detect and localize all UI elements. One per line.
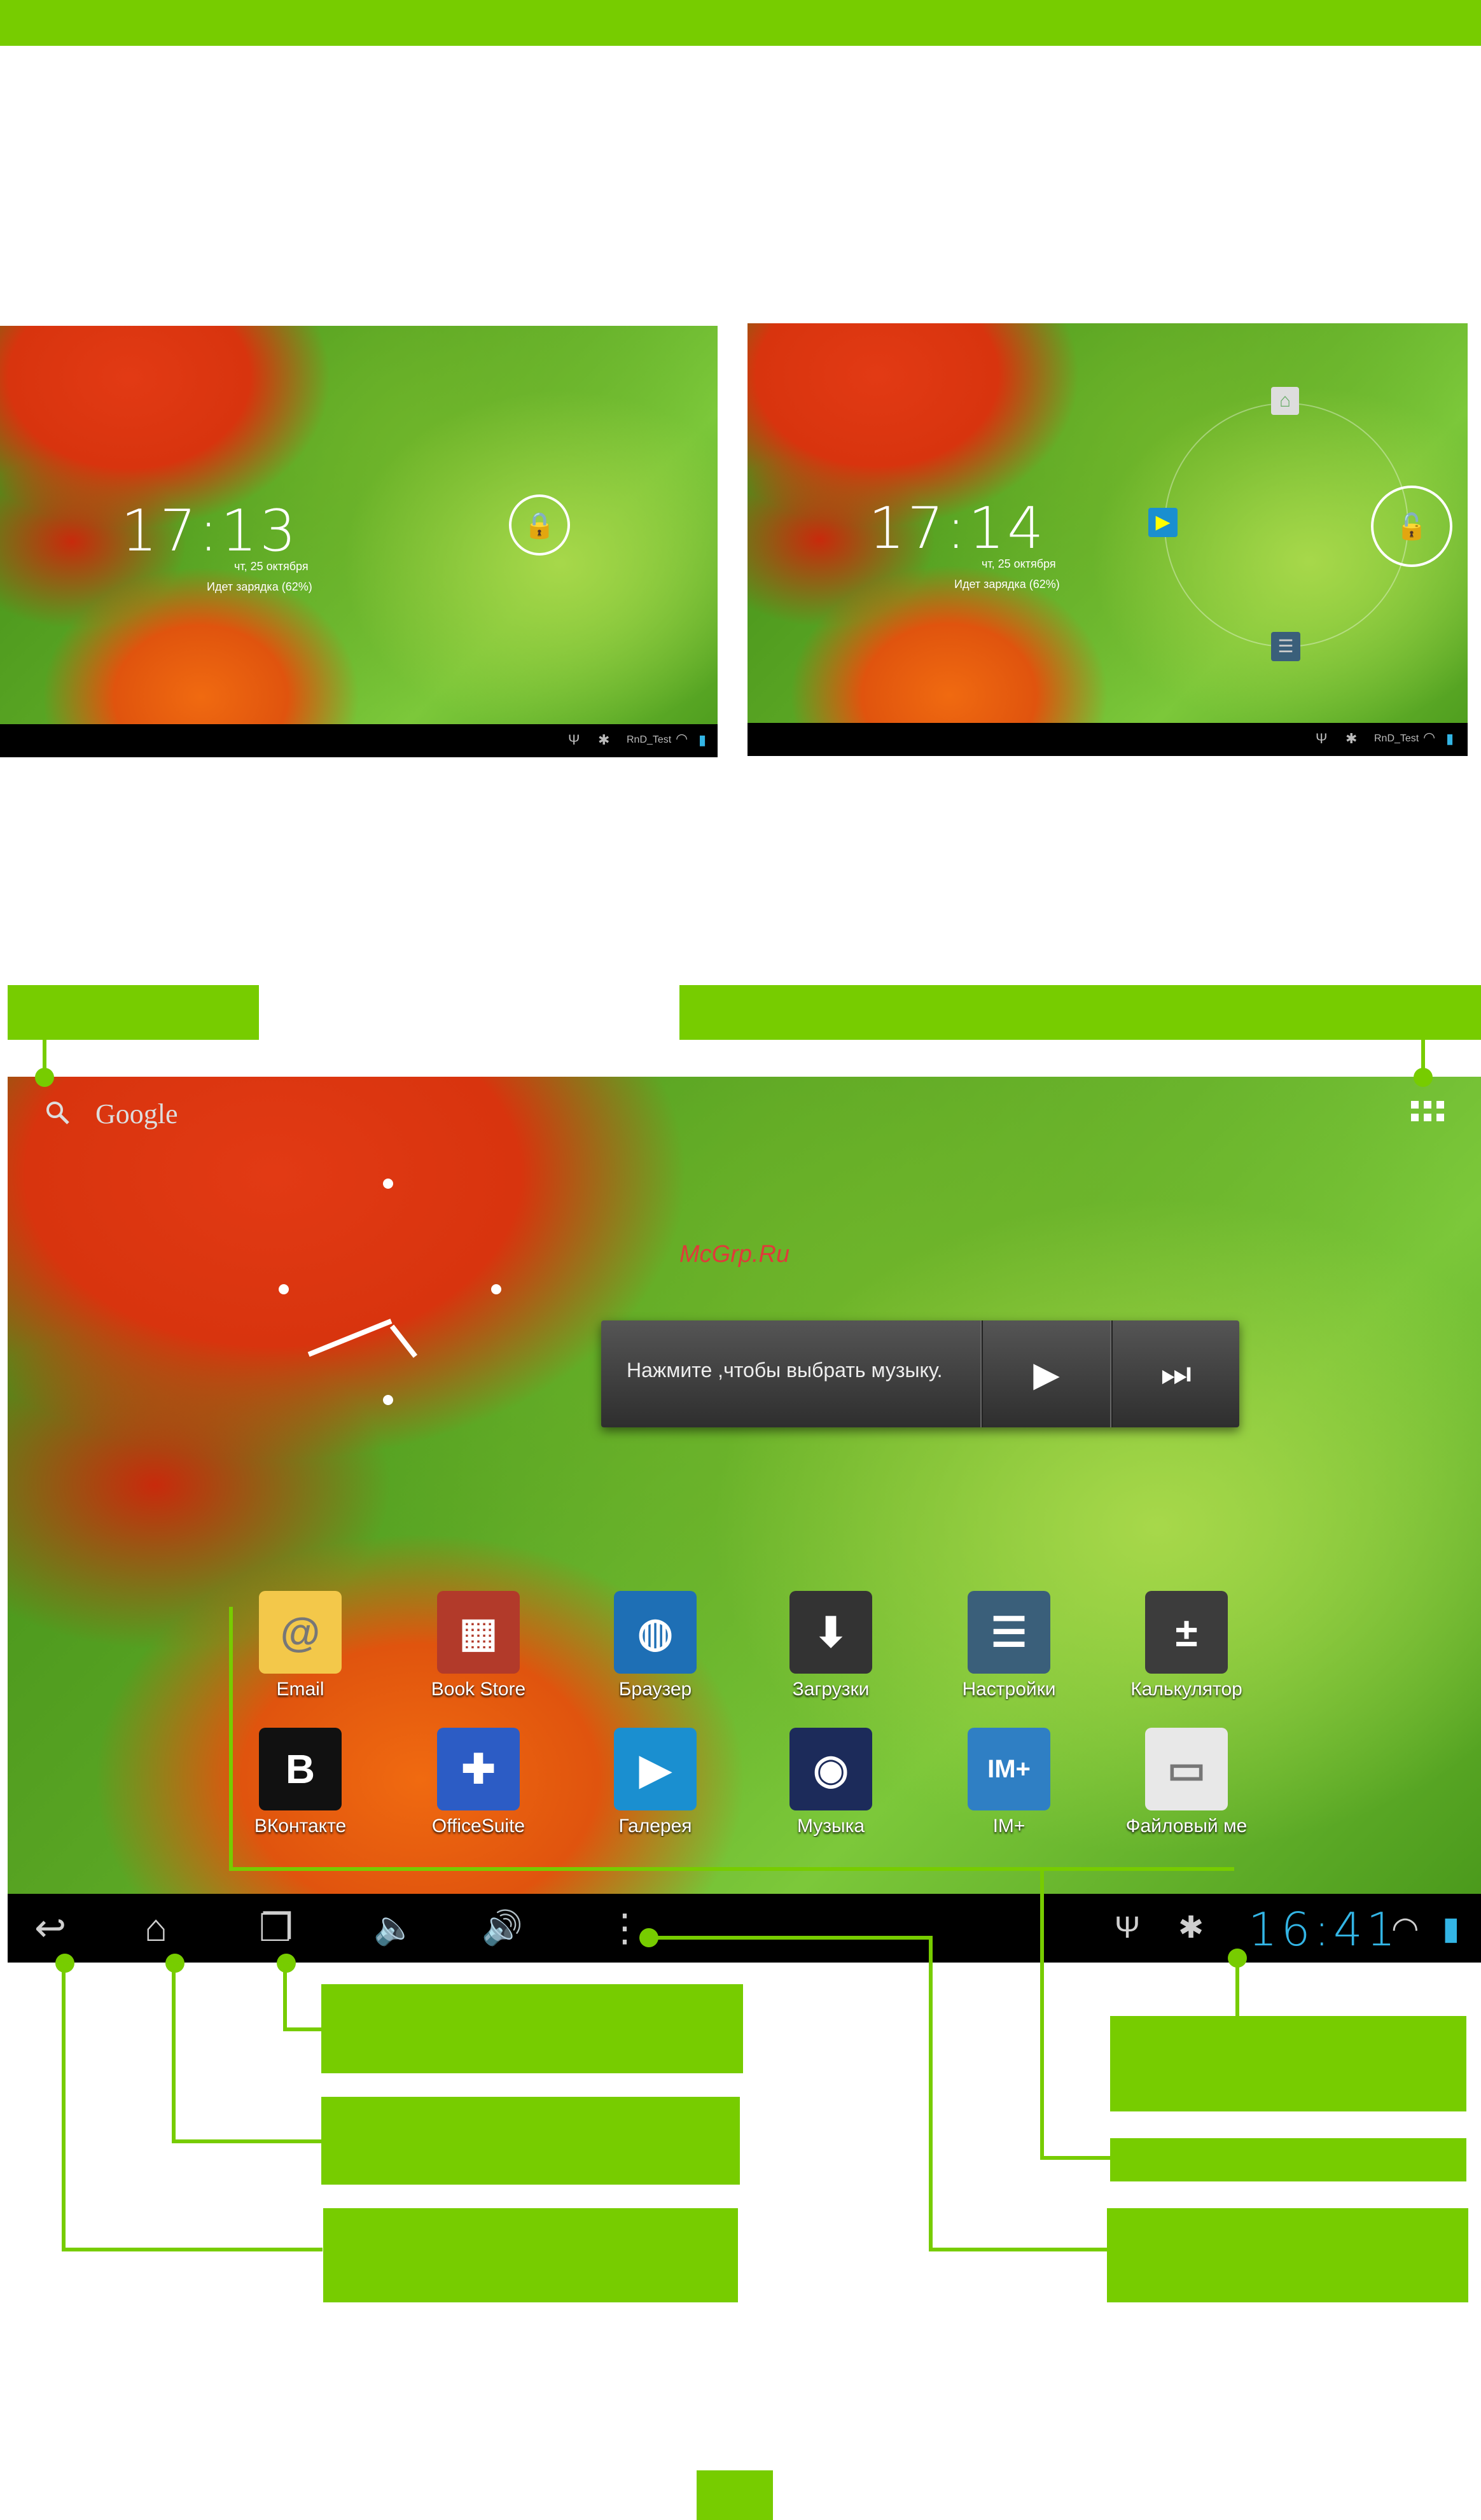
downloads-icon: ⬇ bbox=[789, 1591, 872, 1674]
app-label: Загрузки bbox=[792, 1679, 870, 1700]
lock-date: чт, 25 октября bbox=[982, 557, 1056, 570]
battery-icon: ▮ bbox=[699, 732, 707, 748]
status-clock: 16:41 bbox=[1248, 1903, 1400, 1956]
play-icon: ▶ bbox=[1033, 1355, 1060, 1394]
wifi-icon: ◠ bbox=[1391, 1910, 1419, 1946]
unlock-ring[interactable]: 🔒 bbox=[509, 494, 570, 556]
app-email[interactable]: @ Email bbox=[224, 1591, 377, 1700]
music-icon: ◉ bbox=[789, 1728, 872, 1810]
back-button[interactable]: ↩ bbox=[34, 1905, 66, 1951]
debug-android-icon: ✱ bbox=[1178, 1911, 1204, 1945]
wifi-name: RnD_Test bbox=[1374, 733, 1419, 744]
callout-box-apps bbox=[1110, 2138, 1466, 2181]
usb-icon: Ψ bbox=[1115, 1911, 1141, 1945]
lock-charge-status: Идет зарядка (62%) bbox=[954, 578, 1060, 591]
debug-android-icon: ✱ bbox=[1345, 731, 1358, 746]
next-track-button[interactable]: ⏭ bbox=[1113, 1320, 1239, 1427]
app-settings[interactable]: ☰ Настройки bbox=[933, 1591, 1085, 1700]
im-plus-icon: IM+ bbox=[968, 1728, 1050, 1810]
app-vkontakte[interactable]: B ВКонтакте bbox=[224, 1728, 377, 1837]
callout-box-apps-menu bbox=[679, 985, 1481, 1040]
battery-icon: ▮ bbox=[1442, 1910, 1460, 1946]
gallery-icon: ▶ bbox=[614, 1728, 697, 1810]
wifi-name: RnD_Test bbox=[627, 734, 672, 745]
app-browser-globe[interactable]: ◍ Браузер bbox=[579, 1591, 732, 1700]
app-im-plus[interactable]: IM+ IM+ bbox=[933, 1728, 1085, 1837]
app-label: IM+ bbox=[992, 1816, 1026, 1837]
home-button[interactable]: ⌂ bbox=[144, 1905, 167, 1951]
lock-screen-left: 17:13 чт, 25 октября Идет зарядка (62%) … bbox=[0, 326, 718, 757]
vkontakte-icon: B bbox=[259, 1728, 342, 1810]
unlocked-icon: 🔓 bbox=[1396, 512, 1428, 541]
usb-icon: Ψ bbox=[1316, 731, 1328, 746]
app-officesuite[interactable]: ✚ OfficeSuite bbox=[402, 1728, 555, 1837]
app-label: Email bbox=[276, 1679, 324, 1700]
settings-icon: ☰ bbox=[968, 1591, 1050, 1674]
app-music[interactable]: ◉ Музыка bbox=[754, 1728, 907, 1837]
home-target-icon[interactable]: ⌂ bbox=[1271, 387, 1299, 415]
app-gallery[interactable]: ▶ Галерея bbox=[579, 1728, 732, 1837]
music-widget-label: Нажмите ,чтобы выбрать музыку. bbox=[627, 1359, 943, 1382]
music-widget[interactable]: Нажмите ,чтобы выбрать музыку. ▶ ⏭ bbox=[601, 1320, 1239, 1427]
battery-icon: ▮ bbox=[1446, 731, 1454, 746]
volume-down-button[interactable]: 🔈 bbox=[373, 1905, 415, 1951]
browser-globe-icon: ◍ bbox=[614, 1591, 697, 1674]
volume-up-button[interactable]: 🔊 bbox=[482, 1905, 523, 1951]
google-search-label[interactable]: Google bbox=[95, 1098, 178, 1130]
skip-next-icon: ⏭ bbox=[1160, 1354, 1192, 1393]
callout-box-back bbox=[323, 2208, 738, 2302]
lock-time: 17:13 bbox=[121, 498, 299, 564]
lock-date: чт, 25 октября bbox=[234, 560, 309, 573]
clock-hand-minute bbox=[307, 1319, 393, 1357]
app-file-manager[interactable]: ▭ Файловый ме bbox=[1110, 1728, 1263, 1837]
settings-target-icon[interactable]: ☰ bbox=[1271, 632, 1300, 661]
status-bar: Ψ ✱ RnD_Test ◠ ▮ bbox=[747, 723, 1468, 756]
top-banner bbox=[0, 0, 1481, 46]
lock-time: 17:14 bbox=[868, 495, 1046, 562]
app-label: Галерея bbox=[618, 1816, 692, 1837]
watermark: McGrp.Ru bbox=[679, 1241, 790, 1268]
app-calculator[interactable]: ± Калькулятор bbox=[1110, 1591, 1263, 1700]
app-label: Book Store bbox=[431, 1679, 526, 1700]
callout-box-status bbox=[1110, 2016, 1466, 2111]
app-downloads[interactable]: ⬇ Загрузки bbox=[754, 1591, 907, 1700]
debug-android-icon: ✱ bbox=[598, 732, 610, 748]
app-label: Настройки bbox=[962, 1679, 1056, 1700]
callout-box-home bbox=[321, 2097, 740, 2185]
app-book-store[interactable]: ▦ Book Store bbox=[402, 1591, 555, 1700]
usb-icon: Ψ bbox=[568, 732, 580, 748]
search-icon[interactable] bbox=[45, 1100, 70, 1125]
book-store-icon: ▦ bbox=[437, 1591, 520, 1674]
play-button[interactable]: ▶ bbox=[983, 1320, 1110, 1427]
lock-icon: 🔒 bbox=[524, 511, 555, 540]
calculator-icon: ± bbox=[1145, 1591, 1228, 1674]
page-number-box bbox=[697, 2470, 773, 2520]
app-label: Музыка bbox=[796, 1816, 865, 1837]
all-apps-icon[interactable] bbox=[1411, 1101, 1444, 1121]
app-label: Браузер bbox=[618, 1679, 692, 1700]
callout-box-recent-apps bbox=[321, 1984, 743, 2073]
wifi-icon: ◠ bbox=[676, 731, 688, 746]
lock-screen-right: 17:14 чт, 25 октября Идет зарядка (62%) … bbox=[747, 323, 1468, 756]
file-manager-icon: ▭ bbox=[1145, 1728, 1228, 1810]
clock-hand-hour bbox=[389, 1324, 418, 1358]
lock-charge-status: Идет зарядка (62%) bbox=[207, 580, 312, 593]
status-bar: Ψ ✱ RnD_Test ◠ ▮ bbox=[0, 724, 718, 757]
app-label: Файловый ме bbox=[1125, 1816, 1248, 1837]
navigation-bar: ↩ ⌂ ❐ 🔈 🔊 ⋮ Ψ ✱ 16:41 ◠ ▮ bbox=[8, 1894, 1481, 1963]
app-label: OfficeSuite bbox=[431, 1816, 525, 1837]
officesuite-icon: ✚ bbox=[437, 1728, 520, 1810]
app-label: ВКонтакте bbox=[254, 1816, 347, 1837]
unlock-ring[interactable]: 🔓 bbox=[1371, 486, 1452, 567]
menu-button[interactable]: ⋮ bbox=[606, 1905, 644, 1951]
play-target-icon[interactable]: ▶ bbox=[1148, 508, 1178, 537]
email-icon: @ bbox=[259, 1591, 342, 1674]
analog-clock-widget bbox=[267, 1177, 522, 1432]
callout-box-search bbox=[8, 985, 259, 1040]
wifi-icon: ◠ bbox=[1423, 729, 1436, 745]
callout-box-menu bbox=[1107, 2208, 1468, 2302]
app-label: Калькулятор bbox=[1130, 1679, 1242, 1700]
recent-apps-button[interactable]: ❐ bbox=[259, 1905, 293, 1951]
